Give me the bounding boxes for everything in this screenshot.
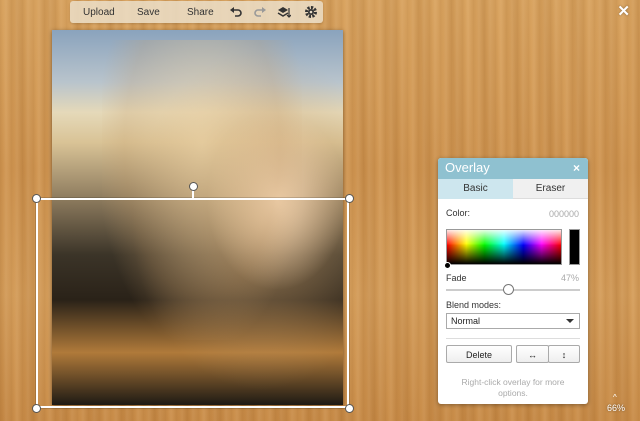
blend-mode-value: Normal xyxy=(451,316,481,326)
rotate-handle[interactable] xyxy=(189,182,198,191)
fade-label: Fade xyxy=(446,273,467,283)
chevron-down-icon xyxy=(566,319,574,323)
close-editor-icon[interactable]: ✕ xyxy=(617,2,630,20)
color-label: Color: xyxy=(446,208,471,218)
zoom-caret-icon[interactable]: ^ xyxy=(613,393,617,402)
tab-basic[interactable]: Basic xyxy=(438,179,513,199)
zoom-level[interactable]: 66% xyxy=(607,403,625,413)
resize-handle-top-right[interactable] xyxy=(345,194,354,203)
overlay-panel: Overlay × Basic Eraser Color: 000000 Fad… xyxy=(438,158,588,404)
divider xyxy=(446,338,580,339)
panel-title: Overlay xyxy=(445,160,490,175)
flip-horizontal-icon: ↔ xyxy=(528,350,537,360)
blend-modes-label: Blend modes: xyxy=(446,300,502,310)
delete-button[interactable]: Delete xyxy=(446,345,512,363)
resize-handle-bottom-right[interactable] xyxy=(345,404,354,413)
layers-icon[interactable] xyxy=(277,5,291,19)
color-swatch[interactable] xyxy=(569,229,580,265)
fade-slider-thumb[interactable] xyxy=(503,284,515,295)
color-spectrum-picker[interactable] xyxy=(446,229,562,265)
blend-mode-select[interactable]: Normal xyxy=(446,313,580,329)
overlay-selection-box[interactable] xyxy=(36,198,349,408)
share-button[interactable]: Share xyxy=(187,7,214,18)
resize-handle-bottom-left[interactable] xyxy=(32,404,41,413)
flip-vertical-icon: ↕ xyxy=(561,350,567,360)
flip-vertical-button[interactable]: ↕ xyxy=(548,345,580,363)
flip-horizontal-button[interactable]: ↔ xyxy=(516,345,549,363)
color-hex-value: 000000 xyxy=(548,209,579,219)
panel-hint-text: Right-click overlay for more options. xyxy=(461,377,565,398)
upload-button[interactable]: Upload xyxy=(83,7,115,18)
gear-icon[interactable] xyxy=(304,5,318,19)
resize-handle-top-left[interactable] xyxy=(32,194,41,203)
save-button[interactable]: Save xyxy=(137,7,160,18)
redo-icon[interactable] xyxy=(253,5,267,19)
panel-header: Overlay × xyxy=(438,158,588,179)
color-picker-cursor[interactable] xyxy=(444,262,451,269)
panel-tabs: Basic Eraser xyxy=(438,179,588,199)
top-toolbar: Upload Save Share xyxy=(70,1,323,23)
undo-icon[interactable] xyxy=(229,5,243,19)
tab-eraser[interactable]: Eraser xyxy=(513,179,588,199)
fade-value: 47% xyxy=(560,273,579,283)
panel-close-icon[interactable]: × xyxy=(573,161,580,175)
